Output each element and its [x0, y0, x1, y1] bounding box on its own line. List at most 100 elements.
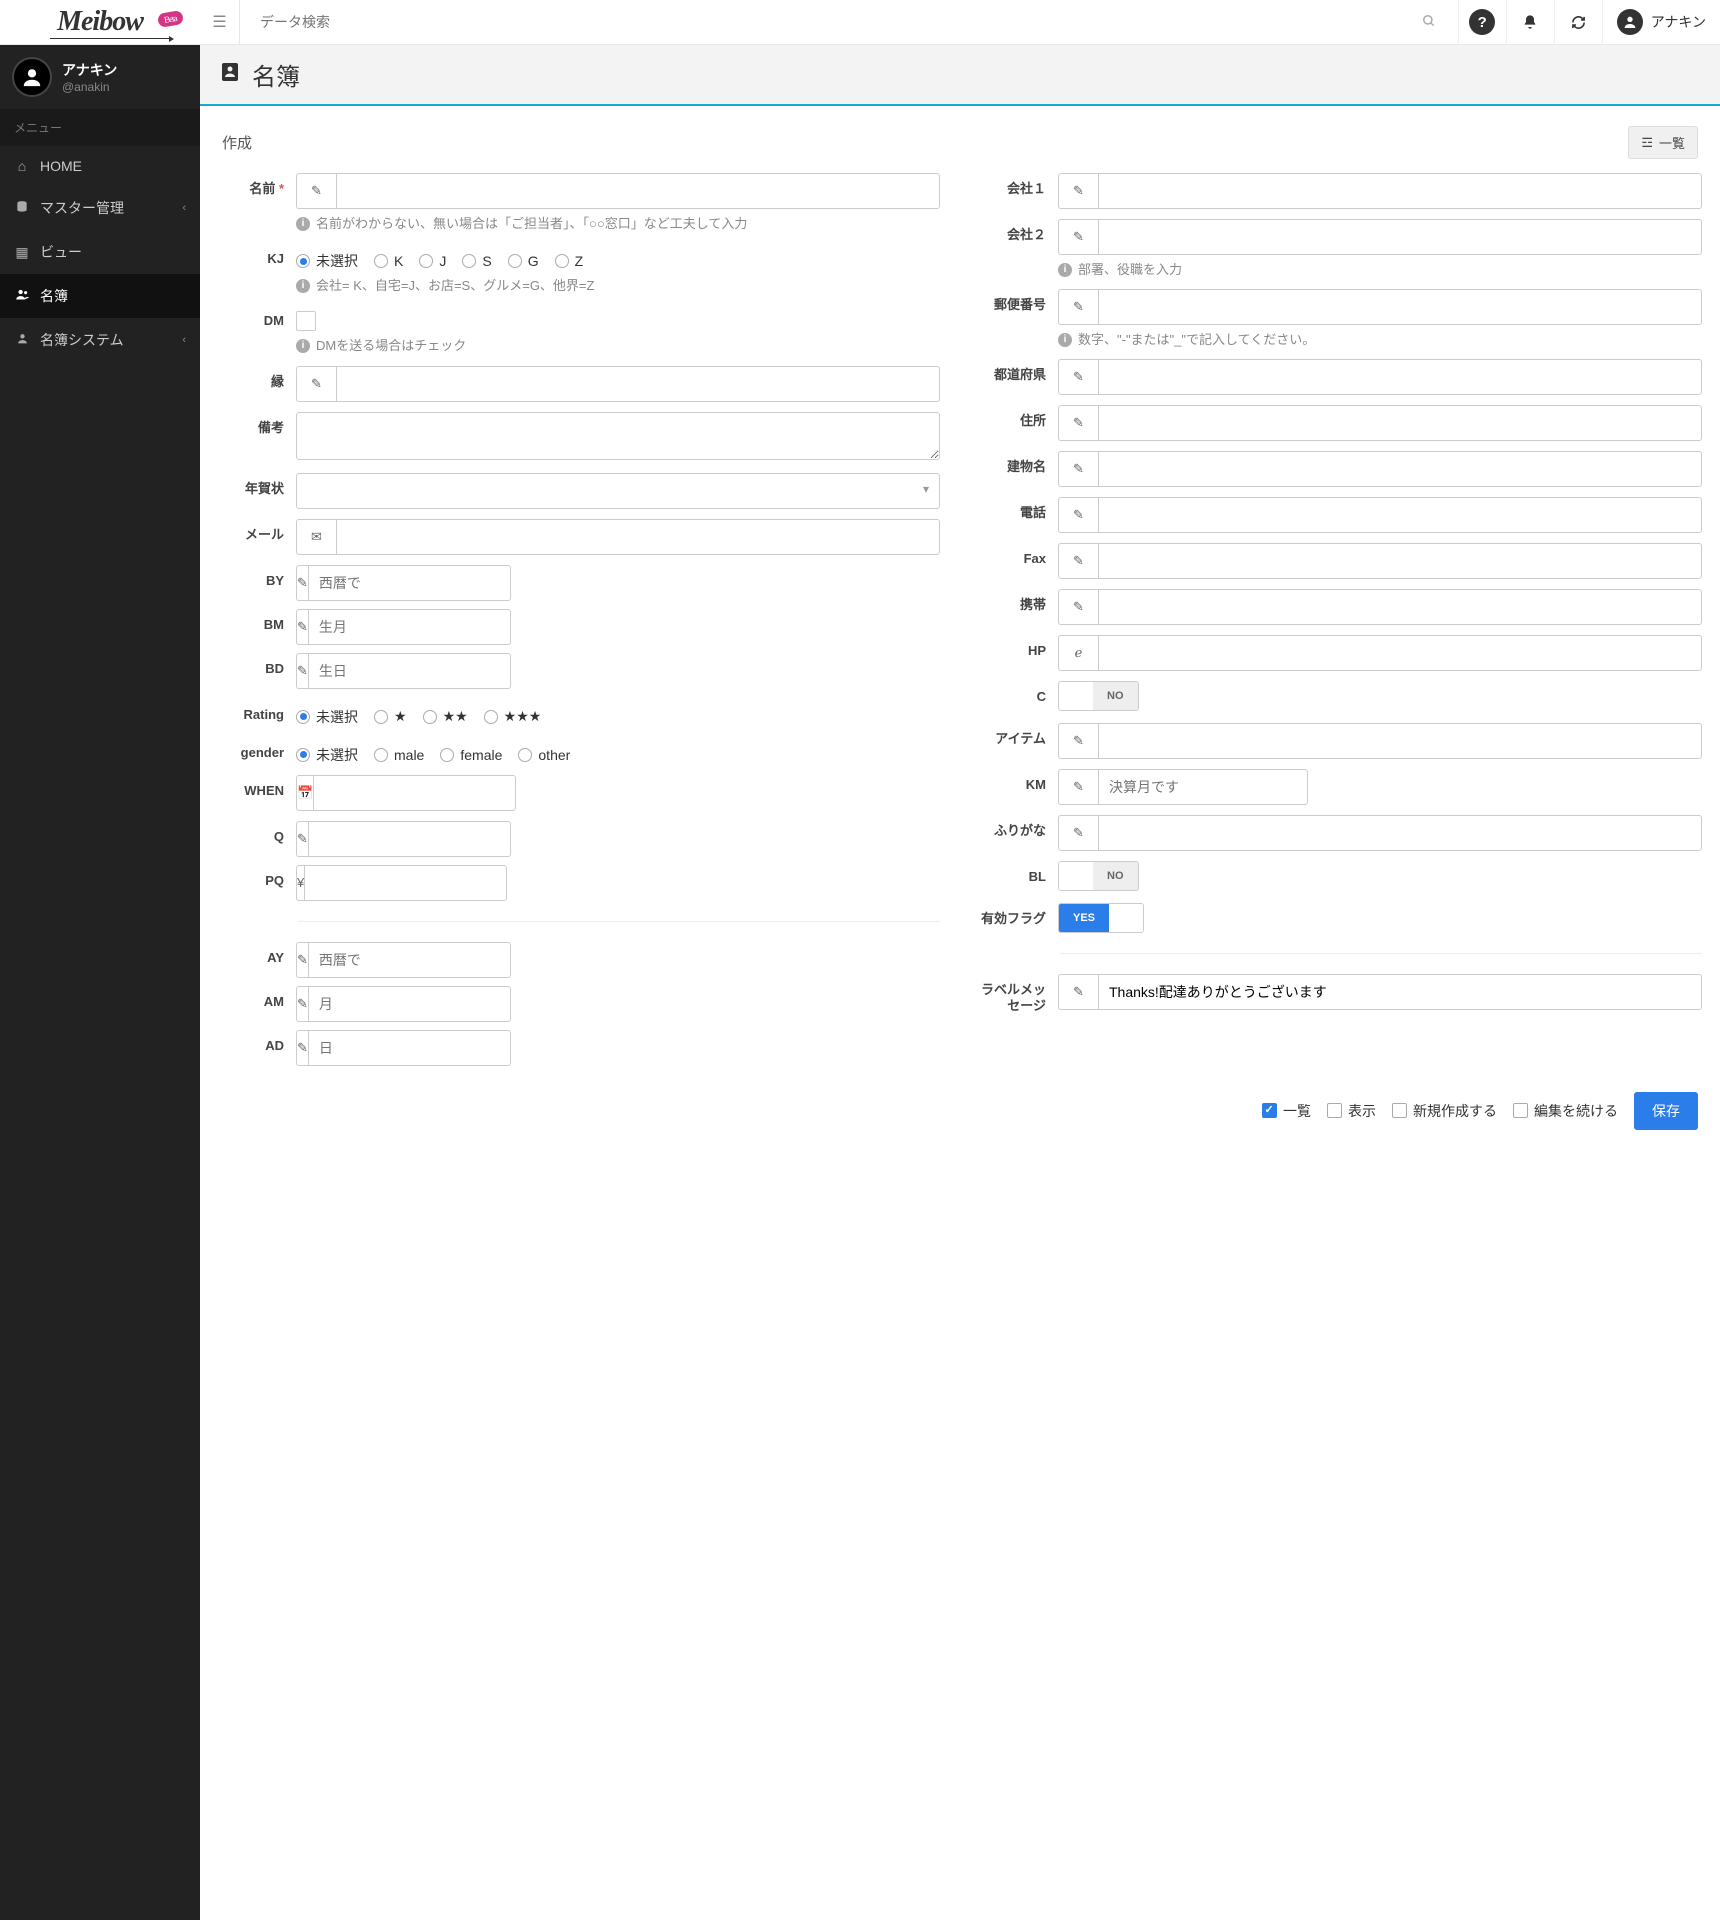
field-label: BM	[218, 609, 296, 633]
mobile-input[interactable]	[1098, 589, 1702, 625]
hint-text: 部署、役職を入力	[1078, 261, 1182, 279]
furigana-input[interactable]	[1098, 815, 1702, 851]
tel-input[interactable]	[1098, 497, 1702, 533]
sidebar-item-master[interactable]: マスター管理 ‹	[0, 186, 200, 230]
dm-checkbox[interactable]	[296, 311, 316, 331]
bd-input[interactable]	[308, 653, 511, 689]
sidebar-item-meibo[interactable]: 名簿	[0, 274, 200, 318]
nenga-select[interactable]	[296, 473, 940, 509]
hint-text: DMを送る場合はチェック	[316, 337, 466, 355]
pq-input[interactable]	[304, 865, 507, 901]
sidebar-item-home[interactable]: ⌂ HOME	[0, 146, 200, 186]
c-toggle[interactable]: NO	[1058, 681, 1139, 711]
pencil-icon: ✎	[1058, 723, 1098, 759]
pref-input[interactable]	[1098, 359, 1702, 395]
rating-radio-3[interactable]: ★★★	[484, 708, 542, 725]
pencil-icon: ✎	[296, 1030, 308, 1066]
rating-radio-2[interactable]: ★★	[423, 708, 468, 725]
labelmsg-input[interactable]	[1098, 974, 1702, 1010]
active-toggle[interactable]: YES	[1058, 903, 1144, 933]
refresh-icon	[1571, 15, 1586, 30]
sidebar-item-view[interactable]: ▦ ビュー	[0, 230, 200, 274]
q-input[interactable]	[308, 821, 511, 857]
ad-input[interactable]	[308, 1030, 511, 1066]
calendar-icon: 📅	[296, 775, 313, 811]
item-input[interactable]	[1098, 723, 1702, 759]
footer-check-list[interactable]: 一覧	[1262, 1101, 1311, 1121]
avatar-icon	[1617, 9, 1643, 35]
app-logo[interactable]: Meibow Beta	[0, 0, 200, 45]
km-input[interactable]	[1098, 769, 1308, 805]
field-label: KM	[980, 769, 1058, 793]
sidebar-toggle[interactable]: ☰	[200, 0, 240, 45]
refresh-button[interactable]	[1554, 0, 1602, 45]
sidebar-item-meibo-system[interactable]: 名簿システム ‹	[0, 318, 200, 362]
search-input[interactable]	[252, 6, 1412, 38]
kj-radio-z[interactable]: Z	[555, 253, 584, 269]
am-input[interactable]	[308, 986, 511, 1022]
save-button[interactable]: 保存	[1634, 1092, 1698, 1130]
pencil-icon: ✎	[1058, 497, 1098, 533]
hint-text: 数字、"-"または"_"で記入してください。	[1078, 331, 1315, 349]
hp-input[interactable]	[1098, 635, 1702, 671]
help-icon: ?	[1469, 9, 1495, 35]
pencil-icon: ✎	[1058, 359, 1098, 395]
yen-icon: ¥	[296, 865, 304, 901]
gender-radio-unset[interactable]: 未選択	[296, 745, 358, 765]
rating-radio-group: 未選択 ★ ★★ ★★★	[296, 699, 940, 727]
kj-radio-j[interactable]: J	[419, 253, 446, 269]
fax-input[interactable]	[1098, 543, 1702, 579]
pencil-icon: ✎	[1058, 974, 1098, 1010]
footer-check-continue[interactable]: 編集を続ける	[1513, 1101, 1618, 1121]
bl-toggle[interactable]: NO	[1058, 861, 1139, 891]
field-label: 電話	[980, 497, 1058, 521]
list-button-label: 一覧	[1659, 133, 1685, 152]
field-label: BL	[980, 861, 1058, 885]
bm-input[interactable]	[308, 609, 511, 645]
pencil-icon: ✎	[296, 821, 308, 857]
field-label: 備考	[218, 412, 296, 436]
profile-block[interactable]: アナキン @anakin	[0, 45, 200, 109]
help-button[interactable]: ?	[1458, 0, 1506, 45]
footer-check-new[interactable]: 新規作成する	[1392, 1101, 1497, 1121]
kj-radio-s[interactable]: S	[462, 253, 491, 269]
mail-input[interactable]	[336, 519, 940, 555]
addr-input[interactable]	[1098, 405, 1702, 441]
company2-input[interactable]	[1098, 219, 1702, 255]
field-label: WHEN	[218, 775, 296, 799]
field-label: ラベルメッセージ	[980, 974, 1058, 1013]
by-input[interactable]	[308, 565, 511, 601]
profile-handle: @anakin	[62, 80, 117, 94]
rating-radio-unset[interactable]: 未選択	[296, 707, 358, 727]
bell-icon	[1522, 14, 1538, 30]
notifications-button[interactable]	[1506, 0, 1554, 45]
search-icon[interactable]	[1412, 14, 1446, 31]
when-input[interactable]	[313, 775, 516, 811]
gender-radio-other[interactable]: other	[518, 747, 570, 763]
footer-check-show[interactable]: 表示	[1327, 1101, 1376, 1121]
sidebar-item-label: マスター管理	[40, 198, 124, 218]
en-input[interactable]	[336, 366, 940, 402]
menu-header: メニュー	[0, 109, 200, 146]
zip-input[interactable]	[1098, 289, 1702, 325]
bldg-input[interactable]	[1098, 451, 1702, 487]
field-label: C	[980, 681, 1058, 705]
hint-text: 名前がわからない、無い場合は「ご担当者」、「○○窓口」など工夫して入力	[316, 215, 747, 233]
ay-input[interactable]	[308, 942, 511, 978]
kj-radio-g[interactable]: G	[508, 253, 539, 269]
name-input[interactable]	[336, 173, 940, 209]
pencil-icon: ✎	[1058, 769, 1098, 805]
page-title: 名簿	[252, 57, 300, 92]
user-menu[interactable]: アナキン	[1602, 0, 1720, 45]
chevron-left-icon: ‹	[182, 334, 186, 346]
pencil-icon: ✎	[1058, 451, 1098, 487]
gender-radio-female[interactable]: female	[440, 747, 502, 763]
kj-radio-k[interactable]: K	[374, 253, 403, 269]
biko-textarea[interactable]	[296, 412, 940, 460]
list-button[interactable]: ☲ 一覧	[1628, 126, 1698, 159]
rating-radio-1[interactable]: ★	[374, 708, 407, 725]
company1-input[interactable]	[1098, 173, 1702, 209]
kj-radio-unset[interactable]: 未選択	[296, 251, 358, 271]
info-icon: i	[1058, 333, 1072, 347]
gender-radio-male[interactable]: male	[374, 747, 424, 763]
